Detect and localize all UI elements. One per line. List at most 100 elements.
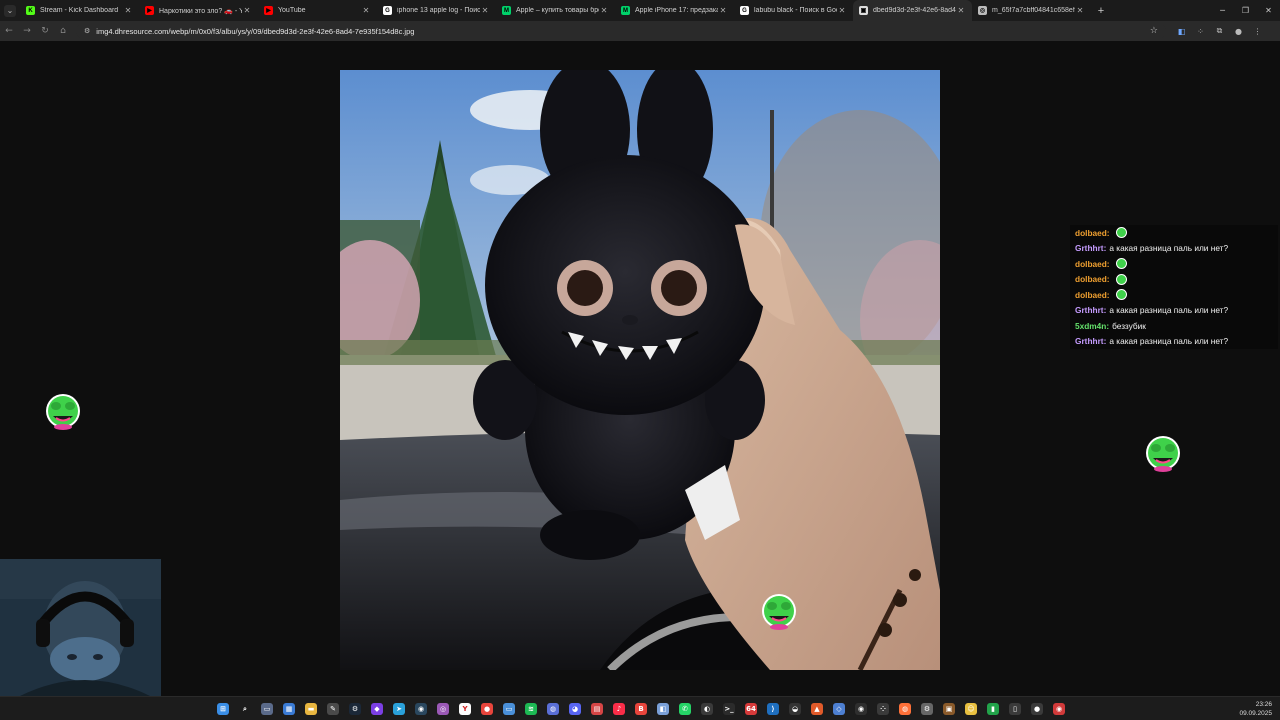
forward-icon[interactable]: → xyxy=(18,22,36,40)
taskbar-app-button[interactable]: ◎ xyxy=(432,699,454,719)
browser-tab[interactable]: Giphone 13 apple log - Поиск в Google✕ xyxy=(377,0,496,21)
taskbar: ⊞ ⌕ ▭ ▦ ▬ ✎ ⚙ ◆ ➤ ◉ ◎ Y ● ▭ ≋ ◍ ◕ ▤ ♪ B ◧ ✆ ◐ >_ 64 ⟩ ◒ ▲ ◇ ◉ ⁘ ◍ ⚙ ▣ ☺ ▮ ▯ ●… xyxy=(0,696,1280,720)
taskbar-app-button[interactable]: ▣ xyxy=(938,699,960,719)
close-icon[interactable]: ✕ xyxy=(1257,0,1280,21)
chat-username: Grthhrt: xyxy=(1075,305,1107,316)
pepe-emote-icon xyxy=(1115,258,1127,270)
taskbar-app-button[interactable]: ⊞ xyxy=(212,699,234,719)
browser-toolbar: ← → ↻ ⌂ ⚙ img4.dhresource.com/webp/m/0x0… xyxy=(0,21,1280,41)
taskbar-app-button[interactable]: ▭ xyxy=(256,699,278,719)
telegram-icon: ➤ xyxy=(393,703,405,715)
taskbar-app-button[interactable]: ✆ xyxy=(674,699,696,719)
taskbar-app-button[interactable]: >_ xyxy=(718,699,740,719)
taskbar-app-button[interactable]: ◉ xyxy=(850,699,872,719)
taskbar-app-button[interactable]: ▯ xyxy=(1004,699,1026,719)
minimize-icon[interactable]: ─ xyxy=(1211,0,1234,21)
system-clock[interactable]: 23:26 09.09.2025 xyxy=(1239,700,1272,718)
yandex-icon: Y xyxy=(459,703,471,715)
taskbar-app-button[interactable]: ◆ xyxy=(366,699,388,719)
new-tab-button[interactable]: + xyxy=(1091,0,1111,21)
taskbar-app-button[interactable]: ♪ xyxy=(608,699,630,719)
taskbar-app-button[interactable]: ⟩ xyxy=(762,699,784,719)
taskbar-app-button[interactable]: ▦ xyxy=(278,699,300,719)
tab-close-icon[interactable]: ✕ xyxy=(837,6,847,15)
taskbar-app-button[interactable]: ⌕ xyxy=(234,699,256,719)
tab-close-icon[interactable]: ✕ xyxy=(480,6,490,15)
tab-close-icon[interactable]: ✕ xyxy=(1075,6,1085,15)
taskbar-app-button[interactable]: ◒ xyxy=(784,699,806,719)
chat-message: dolbaed: xyxy=(1070,271,1278,287)
taskbar-app-button[interactable]: ✎ xyxy=(322,699,344,719)
tab-close-icon[interactable]: ✕ xyxy=(361,6,371,15)
taskbar-app-button[interactable]: ◐ xyxy=(696,699,718,719)
taskbar-app-button[interactable]: ⚙ xyxy=(344,699,366,719)
chat-message: dolbaed: xyxy=(1070,256,1278,272)
taskbar-app-button[interactable]: ➤ xyxy=(388,699,410,719)
taskbar-app-button[interactable]: ◇ xyxy=(828,699,850,719)
tab-title: labubu black - Поиск в Google xyxy=(754,7,837,14)
taskbar-app-button[interactable]: ◉ xyxy=(410,699,432,719)
taskbar-app-button[interactable]: 64 xyxy=(740,699,762,719)
tab-close-icon[interactable]: ✕ xyxy=(242,6,252,15)
address-bar[interactable]: ⚙ img4.dhresource.com/webp/m/0x0/f3/albu… xyxy=(76,23,1166,39)
taskbar-app-button[interactable]: ▲ xyxy=(806,699,828,719)
chat-overlay: dolbaed: Grthhrt: а какая разница паль или… xyxy=(1070,225,1278,349)
music-icon: ♪ xyxy=(613,703,625,715)
tab-close-icon[interactable]: ✕ xyxy=(956,6,966,15)
taskbar-app-button[interactable]: ▤ xyxy=(586,699,608,719)
tab-close-icon[interactable]: ✕ xyxy=(599,6,609,15)
browser-tab[interactable]: M Apple iPhone 17: предзаказ, купить✕ xyxy=(615,0,734,21)
chat-message: dolbaed: xyxy=(1070,287,1278,303)
site-info-icon[interactable]: ⚙ xyxy=(84,27,90,35)
browser-tab[interactable]: ▶ YouTube ✕ xyxy=(258,0,377,21)
extensions-icon[interactable]: ⧉ xyxy=(1210,22,1229,40)
kick-icon: K xyxy=(26,6,35,15)
taskbar-app-button[interactable]: ▬ xyxy=(300,699,322,719)
taskbar-app-button[interactable]: ◕ xyxy=(564,699,586,719)
taskbar-app-button[interactable]: ◉ xyxy=(1048,699,1070,719)
grid-icon[interactable]: ⁘ xyxy=(1191,22,1210,40)
pepe-emote-icon xyxy=(44,392,82,430)
translate-icon[interactable]: ◧ xyxy=(1172,22,1191,40)
pepe-emote-icon xyxy=(760,592,798,630)
taskbar-app-button[interactable]: ≋ xyxy=(520,699,542,719)
market-icon: M xyxy=(502,6,511,15)
taskbar-app-button[interactable]: ◍ xyxy=(894,699,916,719)
tab-close-icon[interactable]: ✕ xyxy=(123,6,133,15)
displayed-image xyxy=(340,70,940,670)
browser-tab[interactable]: Glabubu black - Поиск в Google✕ xyxy=(734,0,853,21)
taskbar-app-button[interactable]: Y xyxy=(454,699,476,719)
profile-icon[interactable]: ● xyxy=(1229,22,1248,40)
tab-close-icon[interactable]: ✕ xyxy=(718,6,728,15)
restore-icon[interactable]: ❐ xyxy=(1234,0,1257,21)
globe-icon: ◎ xyxy=(978,6,987,15)
taskbar-app-button[interactable]: ◍ xyxy=(542,699,564,719)
taskbar-app-button[interactable]: ⁘ xyxy=(872,699,894,719)
taskbar-app-button[interactable]: ◧ xyxy=(652,699,674,719)
taskbar-app-button[interactable]: ⚙ xyxy=(916,699,938,719)
taskbar-app-button[interactable]: ● xyxy=(1026,699,1048,719)
browser-tab[interactable]: ▣ dbed9d3d-2e3f-42e6-8ad4-7e935f154d8c.jp… xyxy=(853,0,972,21)
browser-tab[interactable]: M Apple – купить товары бренда✕ xyxy=(496,0,615,21)
tab-search-button[interactable]: ⌄ xyxy=(0,1,20,21)
browser-tab[interactable]: K Stream - Kick Dashboard ✕ xyxy=(20,0,139,21)
home-icon[interactable]: ⌂ xyxy=(54,22,72,40)
steam-icon: ⚙ xyxy=(349,703,361,715)
reload-icon[interactable]: ↻ xyxy=(36,22,54,40)
taskbar-app-button[interactable]: ▭ xyxy=(498,699,520,719)
bookmark-star-icon[interactable]: ☆ xyxy=(1150,26,1158,36)
menu-icon[interactable]: ⋮ xyxy=(1248,22,1267,40)
tab-title: YouTube xyxy=(278,7,306,14)
image-icon: ▣ xyxy=(859,6,868,15)
back-icon[interactable]: ← xyxy=(0,22,18,40)
taskbar-app-button[interactable]: ● xyxy=(476,699,498,719)
tab-title: Stream - Kick Dashboard xyxy=(40,7,119,14)
chat-username: dolbaed: xyxy=(1075,274,1110,285)
taskbar-app-button[interactable]: ☺ xyxy=(960,699,982,719)
taskbar-app-button[interactable]: B xyxy=(630,699,652,719)
browser-tab[interactable]: ▶ Наркотики это зло? 🚗 - YouTube✕ xyxy=(139,0,258,21)
taskbar-app-button[interactable]: ▮ xyxy=(982,699,1004,719)
browser-tab[interactable]: ◎ m_65f7a7cbff04841c658efa20.jpg✕ xyxy=(972,0,1091,21)
winrar-icon: ▣ xyxy=(943,703,955,715)
chat-username: Grthhrt: xyxy=(1075,243,1107,254)
